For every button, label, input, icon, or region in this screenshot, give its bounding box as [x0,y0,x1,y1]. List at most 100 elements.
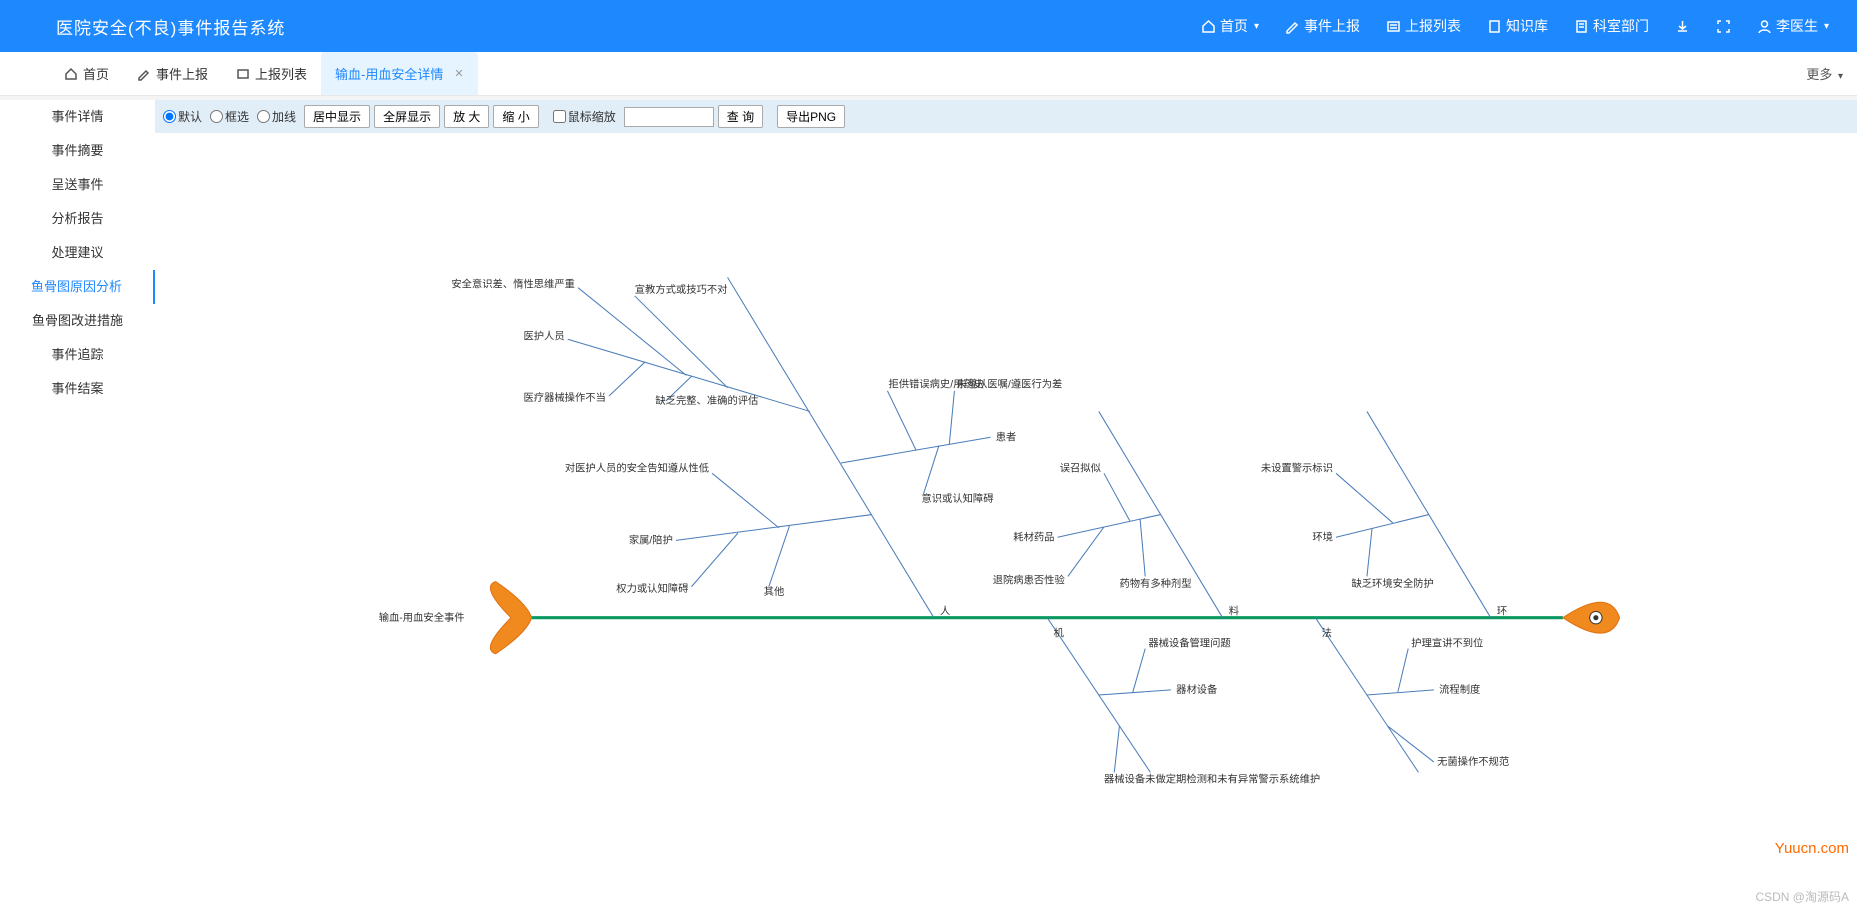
svg-text:权力或认知障碍: 权力或认知障碍 [616,582,688,595]
svg-text:环境: 环境 [1312,530,1333,543]
fullscreen-button[interactable]: 全屏显示 [374,105,440,128]
tab-more-label: 更多 [1806,67,1832,82]
sidenav-item-3[interactable]: 分析报告 [0,202,155,236]
tab-report[interactable]: 事件上报 [123,52,222,95]
diagram-toolbar: 默认 框选 加线 居中显示 全屏显示 放 大 缩 小 鼠标缩放 查 询 导出PN… [155,100,1857,133]
download-icon [1675,19,1690,34]
svg-text:缺乏完整、准确的评估: 缺乏完整、准确的评估 [655,394,758,407]
nav-home-label: 首页 [1220,16,1248,36]
svg-text:器材设备: 器材设备 [1176,683,1218,696]
svg-text:意识或认知障碍: 意识或认知障碍 [921,492,993,505]
nav-user[interactable]: 李医生▾ [1757,16,1829,36]
tab-detail-label: 输血-用血安全详情 [335,64,443,83]
svg-text:药物有多种剂型: 药物有多种剂型 [1119,577,1191,590]
svg-text:未遵从医嘱/遵医行为差: 未遵从医嘱/遵医行为差 [957,378,1063,391]
svg-text:对医护人员的安全告知遵从性低: 对医护人员的安全告知遵从性低 [565,461,709,474]
svg-text:误召拟似: 误召拟似 [1060,461,1101,474]
svg-text:耗材药品: 耗材药品 [1013,530,1054,543]
zoom-in-button[interactable]: 放 大 [444,105,489,128]
fish-problem: 输血-用血安全事件 [379,611,465,624]
sidenav-item-1[interactable]: 事件摘要 [0,134,155,168]
center-button[interactable]: 居中显示 [304,105,370,128]
mode-box-radio[interactable] [210,110,223,123]
edit-icon [1285,19,1300,34]
nav-dept[interactable]: 科室部门 [1574,16,1649,36]
svg-text:医疗器械操作不当: 医疗器械操作不当 [524,391,606,404]
svg-text:安全意识差、惰性思维严重: 安全意识差、惰性思维严重 [451,278,575,291]
sidenav-item-4[interactable]: 处理建议 [0,236,155,270]
nav-list-label: 上报列表 [1405,16,1461,36]
query-button[interactable]: 查 询 [718,105,763,128]
nav-report[interactable]: 事件上报 [1285,16,1360,36]
svg-text:退院病患否性验: 退院病患否性验 [993,574,1066,587]
watermark-bottom: CSDN @淘源码A [1755,888,1849,905]
svg-text:环: 环 [1497,607,1507,618]
tab-list-label: 上报列表 [255,64,307,83]
sidenav-item-5[interactable]: 鱼骨图原因分析 [0,270,155,304]
list-icon [236,67,250,81]
zoom-out-button[interactable]: 缩 小 [493,105,538,128]
sidenav-item-7[interactable]: 事件追踪 [0,338,155,372]
svg-text:其他: 其他 [764,585,785,598]
tab-report-label: 事件上报 [156,64,208,83]
svg-text:宣教方式或技巧不对: 宣教方式或技巧不对 [635,283,728,296]
wheel-zoom-checkbox[interactable] [553,110,566,123]
svg-text:医护人员: 医护人员 [523,329,564,342]
tab-home[interactable]: 首页 [50,52,123,95]
mode-default-label: 默认 [178,108,202,125]
svg-text:法: 法 [1322,626,1332,639]
svg-text:缺乏环境安全防护: 缺乏环境安全防护 [1351,577,1433,590]
nav-report-label: 事件上报 [1304,16,1360,36]
svg-text:器械设备未做定期检测和未有异常警示系统维护: 器械设备未做定期检测和未有异常警示系统维护 [1104,773,1320,786]
mode-box[interactable]: 框选 [210,108,249,125]
svg-text:流程制度: 流程制度 [1439,683,1480,696]
home-icon [1201,19,1216,34]
svg-text:机: 机 [1053,626,1064,639]
mode-box-label: 框选 [225,108,249,125]
export-png-button[interactable]: 导出PNG [777,105,845,128]
mode-line-label: 加线 [272,108,296,125]
tab-detail[interactable]: 输血-用血安全详情 ✕ [321,52,478,95]
sidenav-item-0[interactable]: 事件详情 [0,100,155,134]
edit-icon [137,67,151,81]
nav-kb-label: 知识库 [1506,16,1548,36]
mode-line[interactable]: 加线 [257,108,296,125]
svg-text:人: 人 [940,606,950,618]
nav-kb[interactable]: 知识库 [1487,16,1548,36]
sidenav-item-2[interactable]: 呈送事件 [0,168,155,202]
svg-text:无菌操作不规范: 无菌操作不规范 [1437,755,1509,768]
fullscreen-icon [1716,19,1731,34]
mode-default-radio[interactable] [163,110,176,123]
fishbone-diagram[interactable]: 输血-用血安全事件 人 医护人员 安全意识差、惰性思维严重 宣教方式或技巧不对 … [155,133,1857,793]
wheel-zoom-label: 鼠标缩放 [568,108,616,125]
sidenav-item-8[interactable]: 事件结案 [0,372,155,406]
svg-text:料: 料 [1229,605,1239,618]
nav-download[interactable] [1675,19,1690,34]
svg-text:家属/陪护: 家属/陪护 [629,533,673,546]
sidenav: 事件详情事件摘要呈送事件分析报告处理建议鱼骨图原因分析鱼骨图改进措施事件追踪事件… [0,100,155,913]
home-icon [64,67,78,81]
dept-icon [1574,19,1589,34]
user-icon [1757,19,1772,34]
search-input[interactable] [624,107,714,127]
nav-home[interactable]: 首页▾ [1201,16,1259,36]
tab-home-label: 首页 [83,64,109,83]
tab-more[interactable]: 更多 ▾ [1806,64,1843,83]
nav-fullscreen[interactable] [1716,19,1731,34]
nav-dept-label: 科室部门 [1593,16,1649,36]
nav-user-label: 李医生 [1776,16,1818,36]
sidenav-item-6[interactable]: 鱼骨图改进措施 [0,304,155,338]
watermark-right: Yuucn.com [1775,840,1849,857]
mode-default[interactable]: 默认 [163,108,202,125]
svg-text:患者: 患者 [996,431,1017,443]
mode-line-radio[interactable] [257,110,270,123]
tab-list[interactable]: 上报列表 [222,52,321,95]
close-icon[interactable]: ✕ [454,67,463,80]
wheel-zoom[interactable]: 鼠标缩放 [553,108,616,125]
svg-text:未设置警示标识: 未设置警示标识 [1261,461,1333,474]
app-title: 医院安全(不良)事件报告系统 [56,14,285,39]
nav-list[interactable]: 上报列表 [1386,16,1461,36]
list-icon [1386,19,1401,34]
svg-text:器械设备管理问题: 器械设备管理问题 [1148,637,1230,650]
book-icon [1487,19,1502,34]
